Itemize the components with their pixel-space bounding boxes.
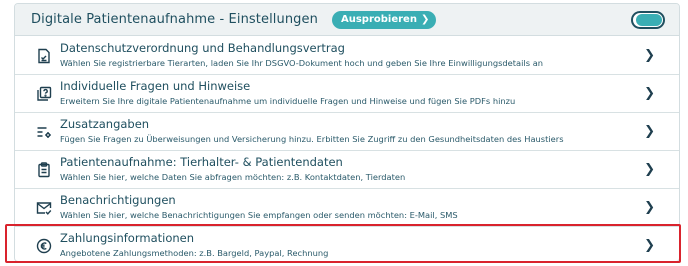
row-description: Wählen Sie hier, welche Daten Sie abfrag… <box>60 172 406 182</box>
row-description: Wählen Sie hier, welche Benachrichtigung… <box>60 210 458 220</box>
chevron-right-icon: ❯ <box>420 14 430 25</box>
try-button[interactable]: Ausprobieren ❯ <box>331 10 437 29</box>
enable-toggle[interactable] <box>631 11 665 29</box>
settings-row-questions[interactable]: Individuelle Fragen und Hinweise Erweite… <box>15 75 679 113</box>
chevron-right-icon: ❯ <box>644 124 655 139</box>
toggle-knob <box>650 14 662 26</box>
settings-row-privacy[interactable]: Datenschutzverordnung und Behandlungsver… <box>15 37 679 75</box>
clipboard-icon <box>36 162 52 178</box>
euro-icon <box>36 238 52 254</box>
document-sign-icon <box>36 48 52 64</box>
try-button-label: Ausprobieren <box>340 14 417 25</box>
panel-title: Digitale Patientenaufnahme - Einstellung… <box>31 12 318 27</box>
row-title: Benachrichtigungen <box>60 193 176 207</box>
row-title: Zahlungsinformationen <box>60 231 195 245</box>
row-title: Patientenaufnahme: Tierhalter- & Patient… <box>60 155 343 169</box>
chevron-right-icon: ❯ <box>644 238 655 253</box>
chevron-right-icon: ❯ <box>644 86 655 101</box>
row-description: Angebotene Zahlungsmethoden: z.B. Bargel… <box>60 248 329 258</box>
row-title: Datenschutzverordnung und Behandlungsver… <box>60 41 345 55</box>
settings-panel: Digitale Patientenaufnahme - Einstellung… <box>14 3 680 262</box>
question-copy-icon <box>36 86 52 102</box>
panel-header: Digitale Patientenaufnahme - Einstellung… <box>15 4 679 36</box>
row-title: Zusatzangaben <box>60 117 150 131</box>
row-title: Individuelle Fragen und Hinweise <box>60 79 251 93</box>
chevron-right-icon: ❯ <box>644 48 655 63</box>
mail-check-icon <box>36 200 52 216</box>
chevron-right-icon: ❯ <box>644 200 655 215</box>
settings-row-notifications[interactable]: Benachrichtigungen Wählen Sie hier, welc… <box>15 189 679 227</box>
row-description: Wählen Sie registrierbare Tierarten, lad… <box>60 58 544 68</box>
settings-row-additional[interactable]: Zusatzangaben Fügen Sie Fragen zu Überwe… <box>15 113 679 151</box>
row-description: Fügen Sie Fragen zu Überweisungen und Ve… <box>60 134 564 144</box>
settings-row-payment[interactable]: Zahlungsinformationen Angebotene Zahlung… <box>15 227 679 261</box>
settings-list-icon <box>36 124 52 140</box>
row-description: Erweitern Sie Ihre digitale Patientenauf… <box>60 96 516 106</box>
settings-row-patient-data[interactable]: Patientenaufnahme: Tierhalter- & Patient… <box>15 151 679 189</box>
chevron-right-icon: ❯ <box>644 162 655 177</box>
